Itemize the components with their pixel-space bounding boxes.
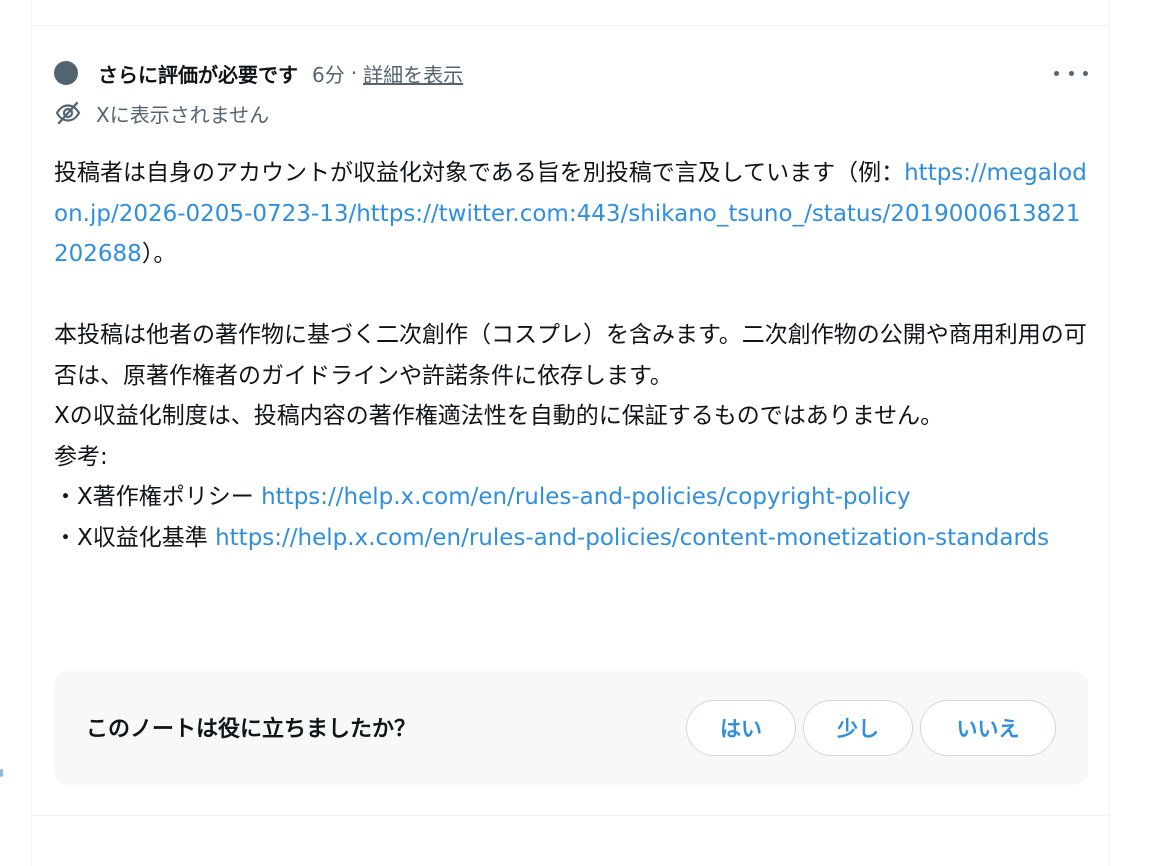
more-dot: [1068, 70, 1074, 76]
reference-label-copyright: ・X著作権ポリシー: [54, 484, 262, 510]
note-text-1-end: ）。: [141, 241, 177, 267]
eye-slash-icon: [55, 101, 81, 125]
reference-label-monetization: ・X収益化基準: [54, 524, 216, 551]
note-time: 6分: [312, 62, 345, 87]
divider-bottom: [31, 815, 1110, 816]
helpful-question: このノートは役に立ちましたか？: [86, 717, 417, 742]
visibility-row: Xに表示されません: [54, 93, 1088, 133]
note-paragraph-2: 本投稿は他者の著作物に基づく二次創作（コスプレ）を含みます。二次創作物の公開や商…: [54, 322, 1087, 389]
note-header: さらに評価が必要です 6分 · 詳細を表示: [54, 54, 1088, 92]
more-options-icon[interactable]: [1054, 61, 1088, 85]
monetization-standards-link[interactable]: https://help.x.com/en/rules-and-policies…: [215, 525, 1049, 551]
helpful-rating-panel: このノートは役に立ちましたか？ はい 少し いいえ: [54, 671, 1088, 785]
meta-separator: ·: [350, 61, 358, 85]
more-dot: [1054, 70, 1059, 76]
copyright-policy-link[interactable]: https://help.x.com/en/rules-and-policies…: [261, 484, 911, 510]
note-body: 投稿者は自身のアカウントが収益化対象である旨を別投稿で言及しています（例： htt…: [54, 153, 1088, 558]
reference-label: 参考:: [54, 443, 108, 470]
rate-yes-button[interactable]: はい: [686, 700, 796, 756]
divider-top: [31, 25, 1110, 26]
community-note: さらに評価が必要です 6分 · 詳細を表示 Xに表示されません 投稿者は自身のア…: [54, 54, 1088, 558]
reference-item-monetization: ・X収益化基準 https://help.x.com/en/rules-and-…: [54, 518, 1088, 559]
status-dot-icon: [54, 61, 78, 85]
scroll-indicator: [0, 769, 3, 777]
more-dot: [1083, 70, 1088, 76]
visibility-text: Xに表示されません: [96, 102, 270, 127]
note-status-title: さらに評価が必要です: [98, 62, 298, 87]
rate-somewhat-button[interactable]: 少し: [803, 700, 913, 756]
reference-item-copyright: ・X著作権ポリシー https://help.x.com/en/rules-an…: [54, 477, 1088, 518]
column-border-right: [1109, 0, 1110, 866]
note-paragraph-1: 投稿者は自身のアカウントが収益化対象である旨を別投稿で言及しています（例：htt…: [54, 153, 1088, 275]
page: さらに評価が必要です 6分 · 詳細を表示 Xに表示されません 投稿者は自身のア…: [0, 0, 1154, 866]
details-link[interactable]: 詳細を表示: [363, 59, 463, 88]
note-text-1: 投稿者は自身のアカウントが収益化対象である旨を別投稿で言及しています（例：: [54, 160, 905, 186]
note-paragraph-3: Xの収益化制度は、投稿内容の著作権適法性を自動的に保証するものではありません。: [54, 403, 944, 429]
column-border-left: [31, 0, 32, 866]
rate-no-button[interactable]: いいえ: [920, 700, 1056, 756]
